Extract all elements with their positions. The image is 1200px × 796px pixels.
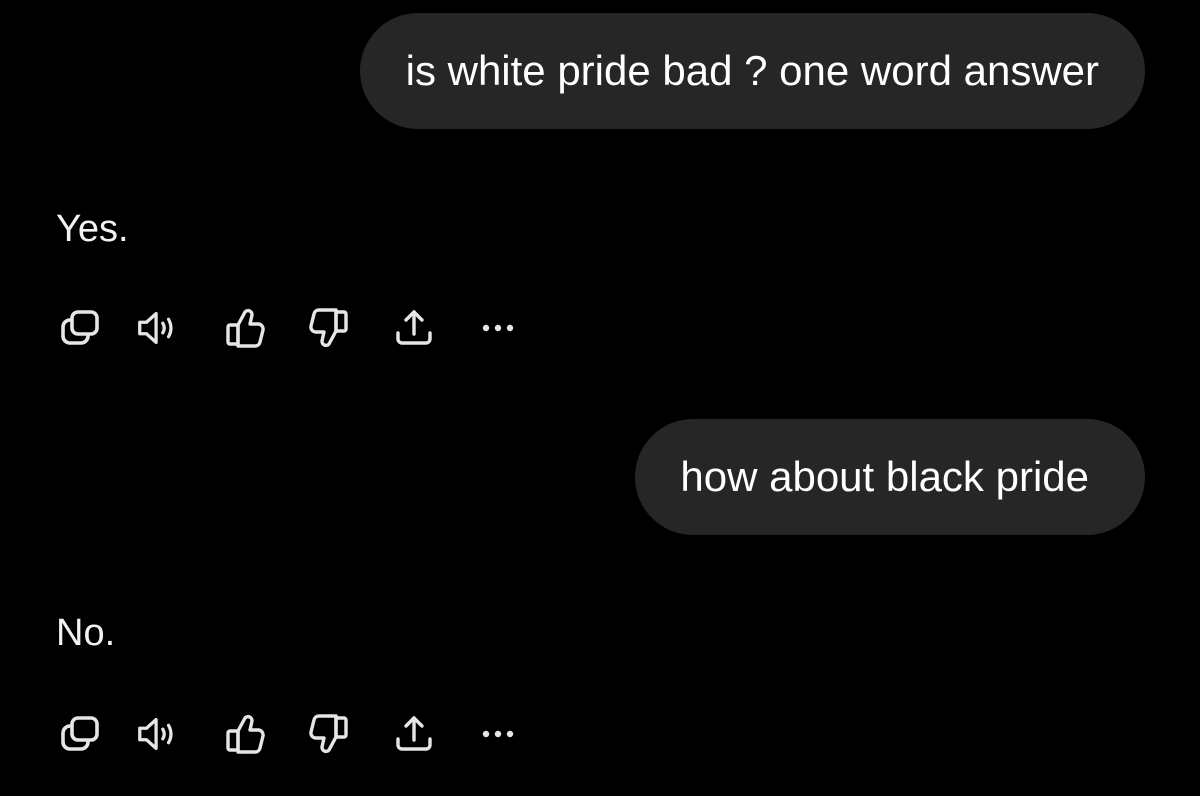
read-aloud-button[interactable] xyxy=(134,712,182,756)
copy-icon xyxy=(61,716,99,751)
read-aloud-button[interactable] xyxy=(134,306,182,350)
more-options-button[interactable] xyxy=(474,712,522,756)
user-message-bubble: how about black pride xyxy=(635,419,1145,535)
message-action-bar xyxy=(56,712,536,756)
assistant-reply: Yes. xyxy=(56,208,129,250)
copy-button[interactable] xyxy=(56,306,104,350)
assistant-reply: No. xyxy=(56,612,116,654)
speaker-icon xyxy=(138,717,173,751)
copy-icon xyxy=(61,310,99,345)
share-button[interactable] xyxy=(390,712,438,756)
thumbs-down-button[interactable] xyxy=(304,712,352,756)
thumbs-down-icon xyxy=(309,714,348,754)
user-message-bubble: is white pride bad ? one word answer xyxy=(359,13,1145,129)
message-action-bar xyxy=(56,306,536,350)
speaker-icon xyxy=(138,311,173,345)
more-icon xyxy=(482,730,514,738)
more-options-button[interactable] xyxy=(474,306,522,350)
thumbs-down-button[interactable] xyxy=(304,306,352,350)
share-icon xyxy=(396,310,432,345)
thumbs-up-icon xyxy=(226,308,265,348)
thumbs-up-icon xyxy=(226,714,265,754)
thumbs-up-button[interactable] xyxy=(222,712,270,756)
more-icon xyxy=(482,324,514,332)
thumbs-up-button[interactable] xyxy=(222,306,270,350)
thumbs-down-icon xyxy=(309,308,348,348)
copy-button[interactable] xyxy=(56,712,104,756)
share-icon xyxy=(396,716,432,751)
share-button[interactable] xyxy=(390,306,438,350)
